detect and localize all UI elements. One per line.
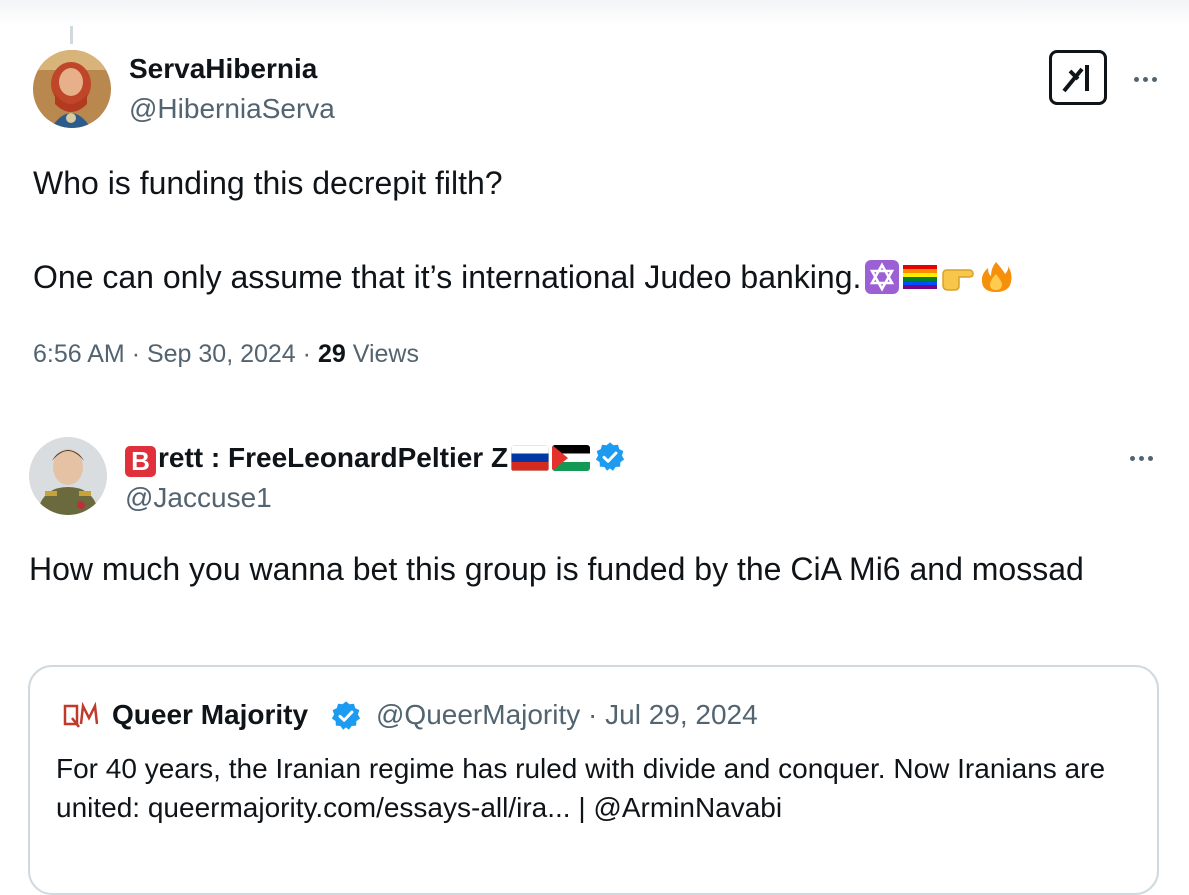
avatar-servahibernia[interactable] (33, 50, 111, 128)
verified-badge-icon[interactable] (330, 700, 362, 732)
quoted-handle-date[interactable]: @QueerMajority · Jul 29, 2024 (376, 699, 758, 731)
b-letter-badge: B (125, 446, 156, 477)
author-name-text[interactable]: rett : FreeLeonardPeltier Z (158, 442, 508, 473)
tweet-time[interactable]: 6:56 AM (33, 340, 125, 368)
top-fade (0, 0, 1189, 26)
quoted-tweet-card[interactable]: Queer Majority @QueerMajority · Jul 29, … (28, 665, 1159, 895)
more-options-icon[interactable] (1121, 443, 1161, 473)
tweet-text-line-1: Who is funding this decrepit filth? (33, 165, 503, 201)
quoted-author-name[interactable]: Queer Majority (112, 699, 308, 731)
author-name[interactable]: ServaHibernia (129, 53, 317, 85)
fire-emoji (979, 260, 1013, 294)
tweet-text-line-2-text: One can only assume that it’s internatio… (33, 259, 862, 295)
tweet-text-line-2: One can only assume that it’s internatio… (33, 254, 1013, 301)
grok-icon[interactable] (1049, 50, 1107, 105)
verified-badge-icon[interactable] (594, 441, 626, 473)
author-name: Brett : FreeLeonardPeltier Z (125, 441, 626, 477)
russia-flag (511, 445, 550, 471)
star-of-david-emoji (865, 260, 900, 294)
queer-majority-logo-icon (62, 701, 99, 730)
reply-text: How much you wanna bet this group is fun… (29, 551, 1084, 587)
views-label: Views (352, 340, 419, 368)
thread-line (70, 26, 73, 44)
pointing-right-emoji (941, 260, 975, 294)
rainbow-flag-emoji (903, 260, 938, 294)
more-options-icon[interactable] (1125, 64, 1165, 94)
tweet-date[interactable]: Sep 30, 2024 (147, 340, 296, 368)
author-handle[interactable]: @HiberniaServa (129, 93, 335, 125)
views-count: 29 (317, 340, 346, 368)
palestine-flag (552, 445, 591, 471)
tweet-metadata: 6:56 AM · Sep 30, 2024 · 29 Views (33, 340, 419, 368)
avatar-jaccuse1[interactable] (29, 437, 107, 515)
author-handle[interactable]: @Jaccuse1 (125, 482, 272, 514)
quoted-tweet-text: For 40 years, the Iranian regime has rul… (56, 753, 1106, 823)
